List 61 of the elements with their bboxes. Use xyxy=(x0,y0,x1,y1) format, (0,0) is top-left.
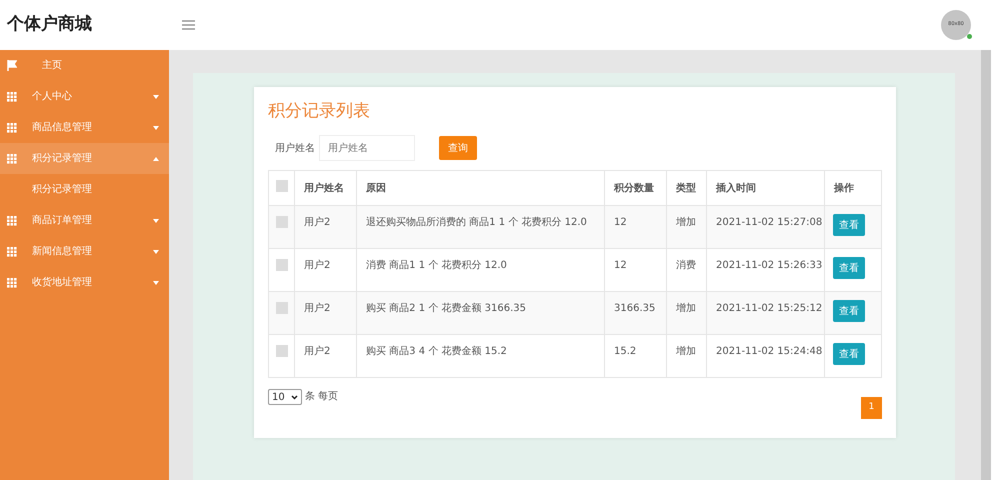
grid-icon xyxy=(7,216,17,226)
table-cell: 2021-11-02 15:27:08 xyxy=(716,217,822,228)
grid-icon xyxy=(7,278,17,288)
column-header: 插入时间 xyxy=(716,182,756,194)
view-button[interactable]: 查看 xyxy=(833,300,865,322)
table-cell: 12 xyxy=(614,260,627,271)
card-title: 积分记录列表 xyxy=(268,100,371,123)
table-cell: 用户2 xyxy=(304,303,330,314)
checkbox[interactable] xyxy=(276,180,288,192)
column-header: 用户姓名 xyxy=(304,182,344,194)
table-cell: 购买 商品2 1 个 花费金额 3166.35 xyxy=(366,303,526,314)
column-header: 操作 xyxy=(834,182,854,194)
sidebar-item[interactable]: 个人中心 xyxy=(0,81,169,112)
checkbox[interactable] xyxy=(276,216,288,228)
checkbox[interactable] xyxy=(276,345,288,357)
table-cell: 用户2 xyxy=(304,260,330,271)
checkbox[interactable] xyxy=(276,302,288,314)
page-size-select[interactable]: 10 xyxy=(268,389,302,405)
chevron-icon xyxy=(291,394,298,400)
table-cell: 12 xyxy=(614,217,627,228)
view-button[interactable]: 查看 xyxy=(833,214,865,236)
sidebar-item[interactable]: 商品信息管理 xyxy=(0,112,169,143)
table-cell: 增加 xyxy=(676,217,696,228)
search-button[interactable]: 查询 xyxy=(439,136,477,160)
search-field[interactable]: 用户姓名 xyxy=(319,135,415,161)
flag-icon xyxy=(7,60,17,71)
table-cell: 退还购买物品所消费的 商品1 1 个 花费积分 12.0 xyxy=(366,217,587,228)
table-cell: 增加 xyxy=(676,303,696,314)
table-cell: 15.2 xyxy=(614,346,636,357)
scrollbar[interactable] xyxy=(981,50,991,480)
view-button[interactable]: 查看 xyxy=(833,343,865,365)
table-cell: 消费 商品1 1 个 花费积分 12.0 xyxy=(366,260,507,271)
page-size-label: 条 每页 xyxy=(305,390,338,404)
column-header: 原因 xyxy=(366,182,386,194)
grid-icon xyxy=(7,92,17,102)
grid-icon xyxy=(7,122,17,132)
site-title: 个体户商城 xyxy=(6,13,93,36)
table-cell: 消费 xyxy=(676,260,696,271)
grid-icon xyxy=(7,246,17,256)
table-cell: 2021-11-02 15:24:48 xyxy=(716,346,822,357)
checkbox[interactable] xyxy=(276,259,288,271)
table-cell: 用户2 xyxy=(304,346,330,357)
table-cell: 增加 xyxy=(676,346,696,357)
grid-icon xyxy=(7,154,17,164)
menu-icon[interactable] xyxy=(182,20,195,30)
table-cell: 用户2 xyxy=(304,217,330,228)
search-label: 用户姓名 xyxy=(275,142,315,156)
sidebar-item[interactable]: 新闻信息管理 xyxy=(0,236,169,267)
sidebar-item[interactable]: 商品订单管理 xyxy=(0,205,169,236)
sidebar-item[interactable]: 主页 xyxy=(0,50,169,81)
page-button[interactable]: 1 xyxy=(861,397,882,419)
table-cell: 3166.35 xyxy=(614,303,656,314)
view-button[interactable]: 查看 xyxy=(833,257,865,279)
sidebar-item[interactable]: 收货地址管理 xyxy=(0,267,169,298)
table-cell: 2021-11-02 15:25:12 xyxy=(716,303,822,314)
column-header: 积分数量 xyxy=(614,182,654,194)
sidebar-item[interactable]: 积分记录管理 xyxy=(0,143,169,174)
table-cell: 购买 商品3 4 个 花费金额 15.2 xyxy=(366,346,507,357)
table-cell: 2021-11-02 15:26:33 xyxy=(716,260,822,271)
submenu-item[interactable]: 积分记录管理 xyxy=(0,174,169,205)
column-header: 类型 xyxy=(676,182,696,194)
